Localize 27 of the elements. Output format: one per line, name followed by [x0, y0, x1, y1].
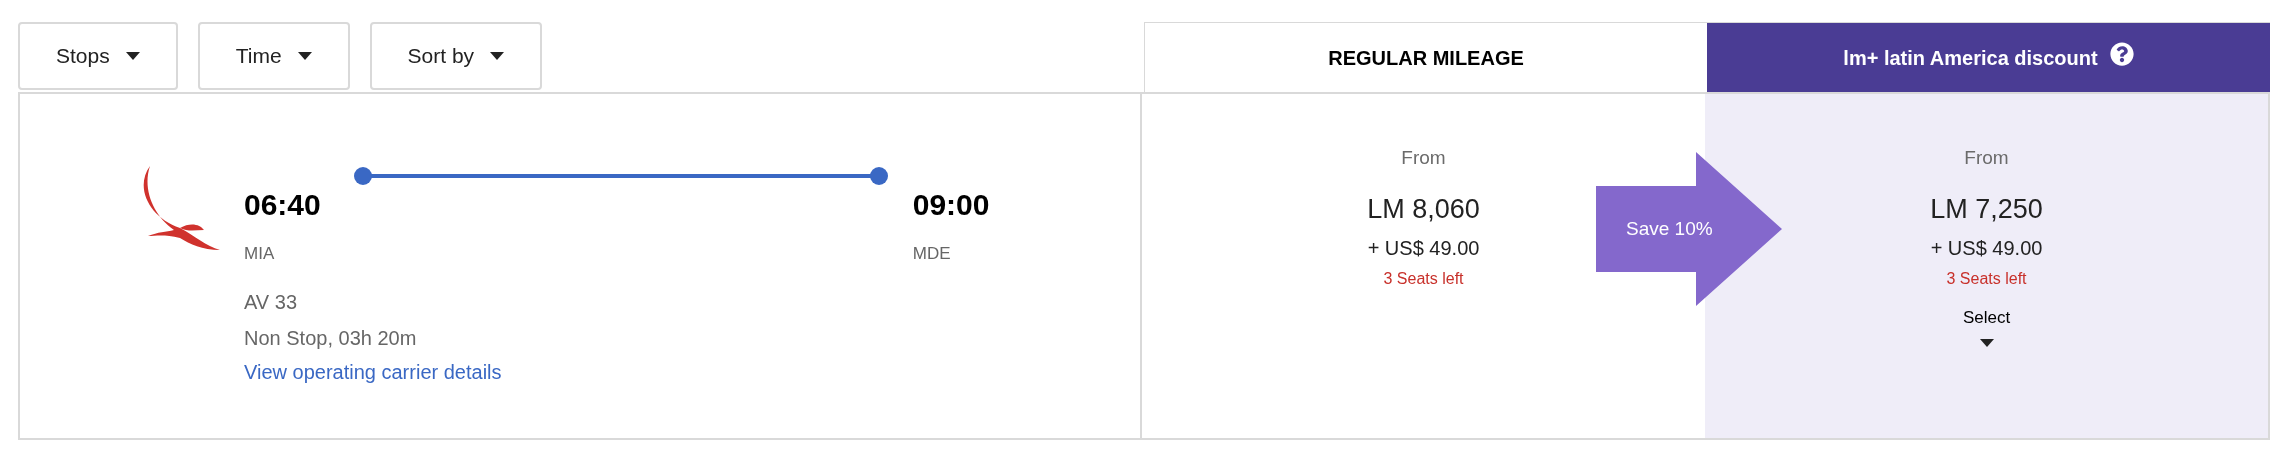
caret-icon: [297, 52, 312, 60]
save-arrow-badge: Save 10%: [1596, 152, 1784, 306]
flight-number: AV 33: [244, 289, 298, 315]
column-title: REGULAR MILEAGE: [1328, 45, 1524, 71]
departure-time: 06:40: [244, 187, 321, 223]
carrier-details-link[interactable]: View operating carrier details: [244, 356, 502, 387]
arrival-airport: MDE: [912, 243, 952, 265]
miles-price: LM 8,060: [1367, 192, 1480, 226]
column-title: lm+ latin America discount: [1843, 45, 2098, 71]
seats-left: 3 Seats left: [1383, 269, 1464, 289]
miles-price: LM 7,250: [1930, 192, 2043, 226]
taxes-price: + US$ 49.00: [1930, 236, 2043, 261]
departure-airport: MIA: [244, 243, 276, 265]
filter-dropdown[interactable]: Time: [197, 22, 350, 90]
select-button[interactable]: Select: [1962, 305, 2011, 347]
arrival-time: 09:00: [912, 187, 990, 223]
seats-left: 3 Seats left: [1946, 269, 2027, 289]
taxes-price: + US$ 49.00: [1367, 236, 1480, 261]
filter-dropdown[interactable]: Stops: [18, 22, 178, 90]
from-label: From: [1401, 146, 1446, 170]
filter-dropdown[interactable]: Sort by: [369, 22, 543, 90]
from-label: From: [1964, 146, 2009, 170]
caret-icon: [490, 52, 505, 60]
flight-duration: Non Stop, 03h 20m: [244, 325, 418, 351]
help-icon[interactable]: [2109, 41, 2134, 66]
caret-icon: [1979, 338, 1994, 347]
caret-icon: [125, 52, 140, 60]
